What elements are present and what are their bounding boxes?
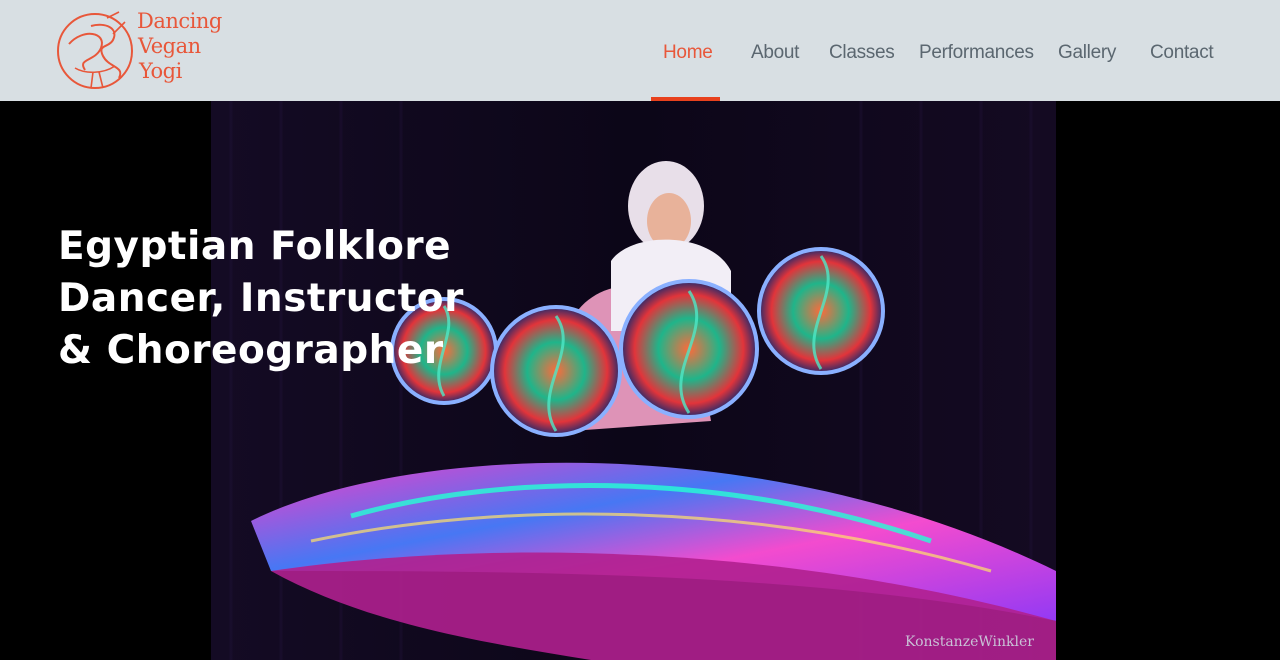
nav-classes[interactable]: Classes	[829, 40, 895, 66]
hero-headline: Egyptian Folklore Dancer, Instructor & C…	[58, 224, 464, 373]
nav-active-indicator	[651, 97, 720, 101]
logo-text-line-3: Yogi	[139, 59, 182, 83]
logo-text-line-1: Dancing	[137, 9, 222, 33]
nav-contact[interactable]: Contact	[1150, 40, 1214, 66]
nav-performances[interactable]: Performances	[919, 40, 1034, 66]
hero-photo	[211, 101, 1056, 660]
site-logo[interactable]: Dancing Vegan Yogi	[55, 8, 225, 94]
logo-text-line-2: Vegan	[138, 34, 201, 58]
tanoura-dancer-photo	[211, 101, 1056, 660]
site-header: Dancing Vegan Yogi Home About Classes Pe…	[0, 0, 1280, 101]
nav-gallery[interactable]: Gallery	[1058, 40, 1116, 66]
nav-about[interactable]: About	[751, 40, 799, 66]
nav-home[interactable]: Home	[663, 40, 713, 66]
photo-credit-watermark: KonstanzeWinkler	[905, 634, 1034, 650]
dancer-logo-icon	[57, 11, 133, 89]
hero-section: Egyptian Folklore Dancer, Instructor & C…	[0, 101, 1280, 660]
